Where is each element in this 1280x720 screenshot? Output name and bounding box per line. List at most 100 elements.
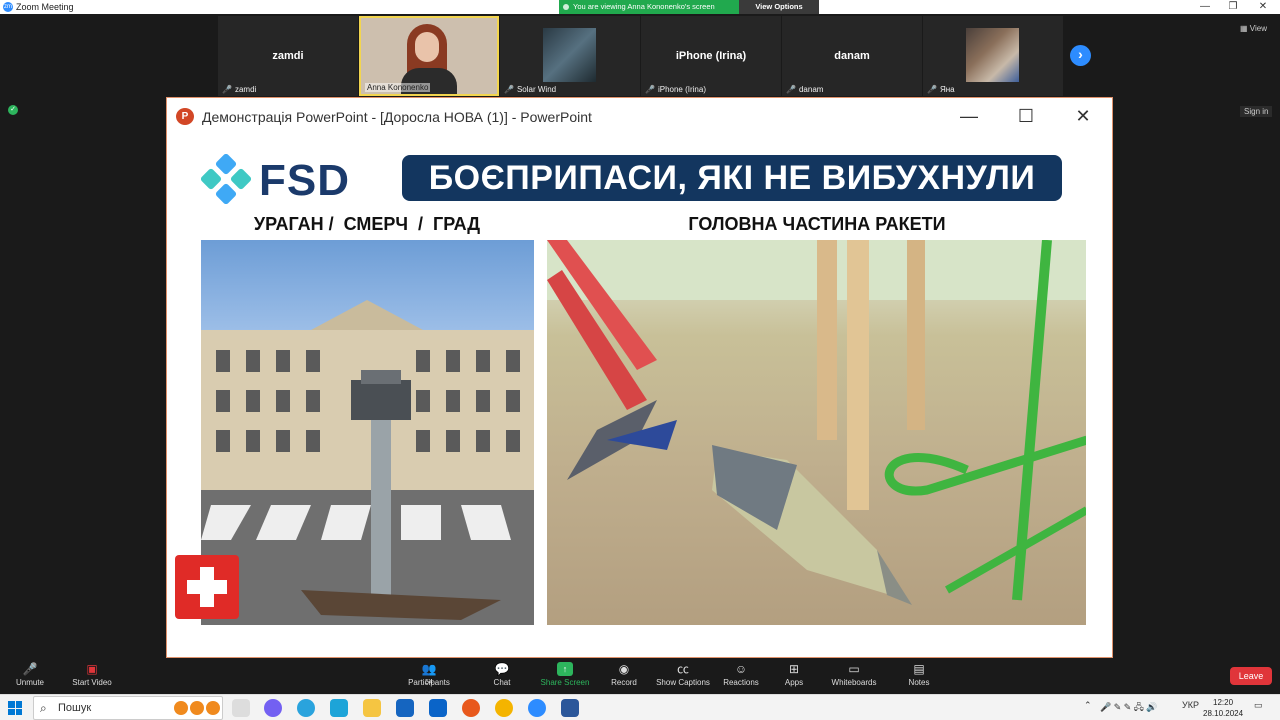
mail-icon[interactable] bbox=[429, 699, 447, 717]
video-off-icon: ▣ bbox=[86, 662, 98, 676]
telegram-icon[interactable] bbox=[297, 699, 315, 717]
viber-icon[interactable] bbox=[264, 699, 282, 717]
participant-tile-active-speaker[interactable]: Anna Kononenko bbox=[359, 16, 499, 96]
system-clock[interactable]: 12:20 28.10.2024 bbox=[1203, 697, 1243, 719]
slide-title-banner: БОЄПРИПАСИ, ЯКІ НЕ ВИБУХНУЛИ bbox=[402, 155, 1062, 201]
participant-tile[interactable]: danam 🎤 danam bbox=[782, 16, 922, 96]
rocket-warhead-playground-photo bbox=[547, 240, 1086, 625]
clock-date: 28.10.2024 bbox=[1203, 709, 1244, 718]
participant-name: iPhone (Irina) bbox=[675, 50, 747, 62]
leave-button[interactable]: Leave bbox=[1230, 667, 1272, 685]
participant-label: danam bbox=[798, 85, 824, 94]
ppt-minimize-icon[interactable]: — bbox=[956, 104, 982, 130]
participants-icon: 👥54 bbox=[421, 662, 437, 686]
notifications-icon[interactable]: ▭ bbox=[1254, 700, 1263, 711]
search-placeholder: Пошук bbox=[58, 702, 92, 714]
windows-taskbar: ⌕ Пошук ⌃ 🎤 ✎ ✎ 🖧 🔊 УКР 12:20 28.10.2024… bbox=[0, 694, 1280, 720]
participants-label: Participants bbox=[408, 678, 450, 687]
reactions-icon: ☺ bbox=[734, 662, 748, 676]
participant-avatar bbox=[543, 28, 596, 82]
ppt-window-title: Демонстрація PowerPoint - [Доросла НОВА … bbox=[202, 109, 592, 125]
participant-label: iPhone (Irina) bbox=[657, 85, 706, 94]
clock-time: 12:20 bbox=[1213, 698, 1234, 707]
whiteboard-icon: ▭ bbox=[848, 662, 860, 676]
sign-in-button[interactable]: Sign in bbox=[1240, 106, 1273, 117]
share-status-text: You are viewing Anna Kononenko's screen bbox=[559, 0, 739, 14]
chat-button[interactable]: 💬 Chat bbox=[467, 660, 537, 687]
participant-label: Solar Wind bbox=[516, 85, 557, 94]
window-title: Zoom Meeting bbox=[16, 2, 74, 12]
mic-muted-icon: 🎤 bbox=[786, 85, 796, 94]
minimize-icon[interactable]: — bbox=[1190, 0, 1220, 14]
participant-tile[interactable]: 🎤 Solar Wind bbox=[500, 16, 640, 96]
participant-label: zamdi bbox=[234, 85, 257, 94]
zoom-logo-icon: zm bbox=[3, 2, 13, 12]
record-icon: ◉ bbox=[618, 662, 630, 676]
unmute-label: Unmute bbox=[15, 678, 44, 687]
whiteboards-button[interactable]: ▭ Whiteboards bbox=[819, 660, 889, 687]
windows-start-icon[interactable] bbox=[8, 701, 22, 715]
fsd-logo-text: FSD bbox=[259, 156, 350, 205]
reactions-label: Reactions bbox=[723, 678, 759, 687]
participant-label: Яна bbox=[939, 85, 955, 94]
notes-label: Notes bbox=[908, 678, 930, 687]
share-screen-icon: ↑ bbox=[557, 662, 573, 676]
next-page-arrow-icon[interactable]: › bbox=[1070, 45, 1091, 66]
security-shield-icon[interactable]: ✓ bbox=[8, 105, 18, 115]
mic-muted-icon: 🎤 bbox=[645, 85, 655, 94]
ppt-close-icon[interactable]: ✕ bbox=[1070, 104, 1096, 130]
right-image-heading: ГОЛОВНА ЧАСТИНА РАКЕТИ bbox=[688, 214, 946, 234]
left-image-heading: УРАГАН / СМЕРЧ / ГРАД bbox=[253, 214, 481, 234]
task-view-icon[interactable] bbox=[232, 699, 250, 717]
participant-tile[interactable]: iPhone (Irina) 🎤 iPhone (Irina) bbox=[641, 16, 781, 96]
ppt-title-bar: P Демонстрація PowerPoint - [Доросла НОВ… bbox=[167, 98, 1112, 134]
notes-button[interactable]: ▤ Notes bbox=[884, 660, 954, 687]
firefox-icon[interactable] bbox=[462, 699, 480, 717]
pumpkins-decoration bbox=[174, 697, 222, 717]
captions-label: Show Captions bbox=[656, 678, 710, 687]
notes-icon: ▤ bbox=[913, 662, 925, 676]
record-label: Record bbox=[611, 678, 637, 687]
start-video-label: Start Video bbox=[72, 678, 112, 687]
tray-icons[interactable]: 🎤 ✎ ✎ 🖧 🔊 bbox=[1100, 700, 1158, 716]
mic-muted-icon: 🎤 bbox=[22, 662, 38, 676]
fsd-logo: FSD bbox=[201, 154, 361, 205]
store-icon[interactable] bbox=[396, 699, 414, 717]
participant-tile[interactable]: 🎤 Яна bbox=[923, 16, 1063, 96]
keyboard-language[interactable]: УКР bbox=[1182, 700, 1199, 710]
view-options-button[interactable]: View Options bbox=[739, 0, 819, 14]
search-icon: ⌕ bbox=[40, 701, 47, 715]
zoom-toolbar: 🎤 Unmute ▣ Start Video 👥54 Participants 💬 Ch… bbox=[0, 658, 1280, 694]
ppt-maximize-icon[interactable]: ☐ bbox=[1013, 104, 1039, 130]
start-video-button[interactable]: ▣ Start Video bbox=[57, 660, 127, 687]
apps-label: Apps bbox=[784, 678, 804, 687]
apps-icon: ⊞ bbox=[788, 662, 800, 676]
swiss-cross-logo-icon bbox=[175, 555, 239, 619]
word-icon[interactable] bbox=[561, 699, 579, 717]
zoom-taskbar-icon[interactable] bbox=[528, 699, 546, 717]
tray-chevron-icon[interactable]: ⌃ bbox=[1084, 700, 1092, 711]
powerpoint-icon: P bbox=[176, 108, 194, 125]
mic-muted-icon: 🎤 bbox=[927, 85, 937, 94]
participant-tile[interactable]: zamdi 🎤 zamdi bbox=[218, 16, 358, 96]
participant-name: danam bbox=[834, 50, 870, 62]
participant-name: zamdi bbox=[272, 50, 304, 62]
edge-icon[interactable] bbox=[330, 699, 348, 717]
participant-avatar bbox=[966, 28, 1019, 82]
unmute-button[interactable]: 🎤 Unmute bbox=[0, 660, 65, 687]
mic-muted-icon: 🎤 bbox=[504, 85, 514, 94]
captions-icon: ㏄ bbox=[676, 662, 689, 676]
restore-icon[interactable]: ❐ bbox=[1218, 0, 1248, 14]
close-icon[interactable]: ✕ bbox=[1248, 0, 1278, 14]
whiteboards-label: Whiteboards bbox=[831, 678, 877, 687]
share-screen-label: Share Screen bbox=[540, 678, 590, 687]
participant-video bbox=[401, 24, 457, 94]
chrome-icon[interactable] bbox=[495, 699, 513, 717]
participants-button[interactable]: 👥54 Participants bbox=[394, 660, 464, 687]
chat-label: Chat bbox=[493, 678, 511, 687]
participant-label: Anna Kononenko bbox=[367, 83, 429, 92]
view-button[interactable]: ▦ View bbox=[1240, 24, 1267, 33]
file-explorer-icon[interactable] bbox=[363, 699, 381, 717]
slide: FSD БОЄПРИПАСИ, ЯКІ НЕ ВИБУХНУЛИ УРАГАН … bbox=[167, 134, 1112, 657]
rocket-in-street-photo bbox=[201, 240, 534, 625]
